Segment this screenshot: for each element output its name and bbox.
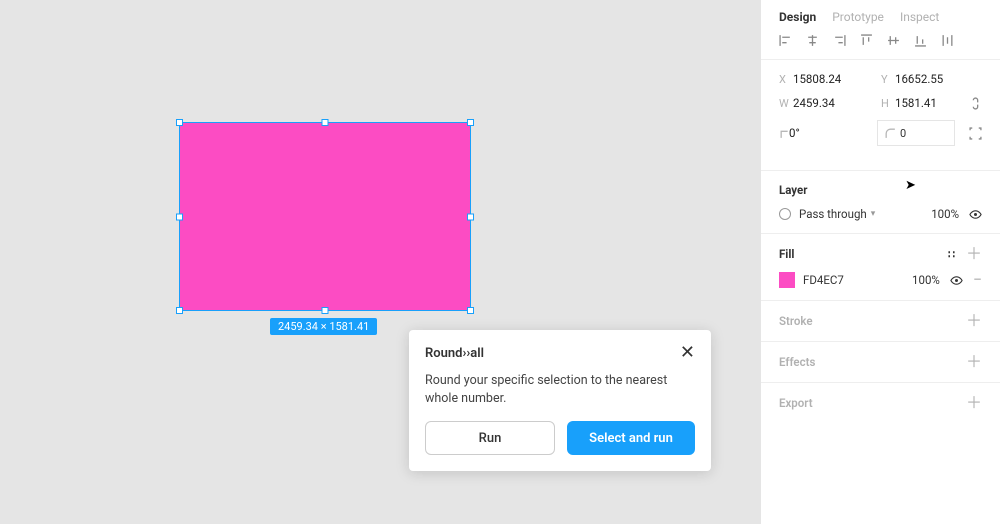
resize-handle-lm[interactable] [176, 213, 183, 220]
tab-design[interactable]: Design [779, 10, 816, 24]
properties-panel: Design Prototype Inspect X 15808.24 Y 16… [760, 0, 1000, 524]
layer-section-title: Layer [779, 183, 807, 197]
add-export-icon[interactable]: ＋ [966, 395, 982, 411]
tab-inspect[interactable]: Inspect [900, 10, 939, 24]
align-top-icon[interactable] [860, 34, 874, 47]
run-button[interactable]: Run [425, 421, 555, 455]
close-icon[interactable]: ✕ [680, 344, 695, 362]
selected-rectangle[interactable] [180, 123, 470, 310]
resize-handle-rm[interactable] [467, 213, 474, 220]
resize-handle-tl[interactable] [176, 119, 183, 126]
fill-color-swatch[interactable] [779, 272, 795, 288]
canvas[interactable]: 2459.34 × 1581.41 Round››all ✕ Round you… [0, 0, 760, 524]
independent-corners-icon[interactable] [969, 127, 982, 140]
rotation-icon [779, 127, 789, 140]
corner-radius-input[interactable]: 0 [877, 120, 955, 146]
h-label: H [881, 97, 895, 110]
align-hcenter-icon[interactable] [806, 34, 820, 47]
blend-mode-icon[interactable] [779, 208, 791, 220]
add-stroke-icon[interactable]: ＋ [966, 313, 982, 329]
constrain-proportions-icon[interactable] [969, 97, 982, 110]
resize-handle-bl[interactable] [176, 307, 183, 314]
resize-handle-tr[interactable] [467, 119, 474, 126]
align-left-icon[interactable] [779, 34, 793, 47]
fill-styles-icon[interactable]: ∷ [948, 248, 956, 261]
rotation-value[interactable]: 0° [789, 126, 859, 140]
resize-handle-br[interactable] [467, 307, 474, 314]
h-value[interactable]: 1581.41 [895, 96, 965, 110]
corner-radius-value: 0 [900, 127, 906, 140]
effects-section-title: Effects [779, 355, 815, 369]
align-bottom-icon[interactable] [914, 34, 928, 47]
fill-visibility-icon[interactable] [950, 274, 963, 287]
layer-opacity-value[interactable]: 100% [931, 207, 959, 221]
fill-hex-value[interactable]: FD4EC7 [803, 273, 844, 287]
distribute-icon[interactable] [941, 34, 955, 47]
align-vcenter-icon[interactable] [887, 34, 901, 47]
selection-size-badge: 2459.34 × 1581.41 [270, 318, 377, 335]
stroke-section-title: Stroke [779, 314, 813, 328]
chevron-down-icon: ▾ [871, 209, 876, 219]
fill-opacity-value[interactable]: 100% [912, 273, 940, 287]
w-label: W [779, 97, 793, 110]
align-right-icon[interactable] [833, 34, 847, 47]
x-label: X [779, 73, 793, 86]
visibility-toggle-icon[interactable] [969, 208, 982, 221]
select-and-run-button[interactable]: Select and run [567, 421, 695, 455]
tab-prototype[interactable]: Prototype [832, 10, 884, 24]
y-label: Y [881, 73, 895, 86]
y-value[interactable]: 16652.55 [895, 72, 965, 86]
plugin-modal: Round››all ✕ Round your specific selecti… [409, 330, 711, 471]
modal-description: Round your specific selection to the nea… [425, 372, 695, 407]
corner-radius-icon [884, 127, 894, 140]
fill-section-title: Fill [779, 247, 794, 261]
add-fill-icon[interactable]: ＋ [966, 246, 982, 262]
resize-handle-tm[interactable] [322, 119, 329, 126]
resize-handle-bm[interactable] [322, 307, 329, 314]
modal-title: Round››all [425, 346, 484, 361]
remove-fill-icon[interactable]: − [973, 272, 982, 288]
blend-mode-select[interactable]: Pass through [799, 207, 867, 221]
w-value[interactable]: 2459.34 [793, 96, 863, 110]
x-value[interactable]: 15808.24 [793, 72, 863, 86]
add-effect-icon[interactable]: ＋ [966, 354, 982, 370]
alignment-row [761, 30, 1000, 60]
export-section-title: Export [779, 396, 813, 410]
